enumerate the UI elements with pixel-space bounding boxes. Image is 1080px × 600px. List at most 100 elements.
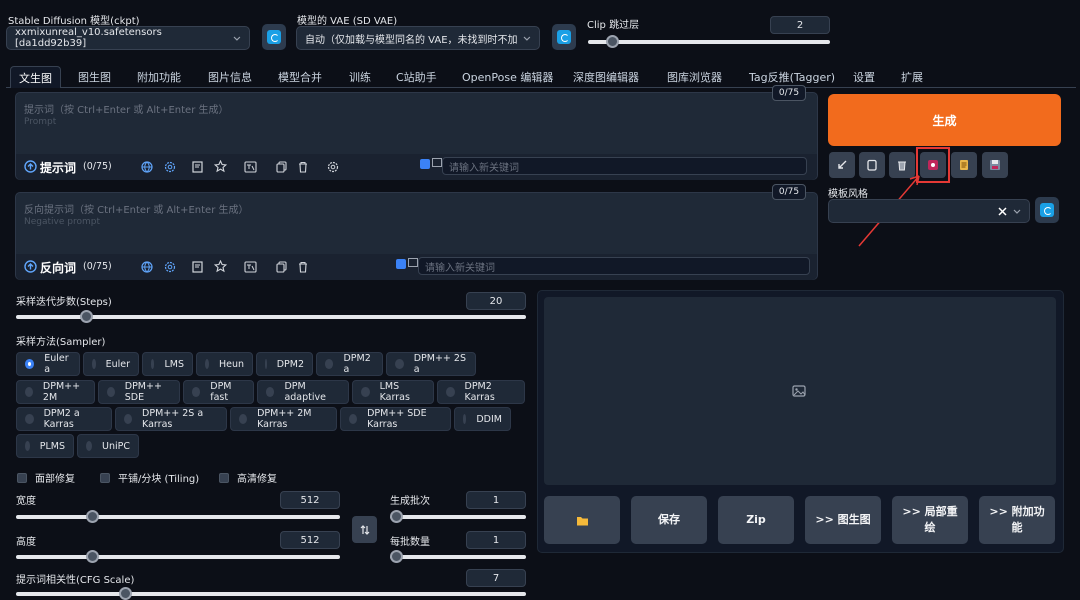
close-icon[interactable] bbox=[998, 206, 1007, 216]
star-icon[interactable] bbox=[214, 260, 227, 273]
batch-count-value[interactable]: 1 bbox=[466, 491, 526, 509]
refresh-vae-button[interactable] bbox=[552, 24, 576, 50]
cfg-value[interactable]: 7 bbox=[466, 569, 526, 587]
cfg-slider[interactable] bbox=[16, 587, 526, 600]
tab-civitai[interactable]: C站助手 bbox=[396, 66, 437, 88]
sampler-ddim[interactable]: DDIM bbox=[454, 407, 511, 431]
sampler-euler-a[interactable]: Euler a bbox=[16, 352, 80, 376]
tab-gallery[interactable]: 图库浏览器 bbox=[667, 66, 722, 88]
sampler-heun[interactable]: Heun bbox=[196, 352, 253, 376]
negative-textarea[interactable]: 反向提示词（按 Ctrl+Enter 或 Alt+Enter 生成） Negat… bbox=[16, 193, 817, 253]
refresh-icon bbox=[1040, 203, 1054, 217]
batch-size-value[interactable]: 1 bbox=[466, 531, 526, 549]
ckpt-select[interactable]: xxmixunreal_v10.safetensors [da1dd92b39] bbox=[6, 26, 250, 50]
width-value[interactable]: 512 bbox=[280, 491, 340, 509]
hires-fix-checkbox[interactable]: 高清修复 bbox=[219, 470, 277, 485]
height-slider[interactable] bbox=[16, 550, 340, 563]
gear-icon[interactable] bbox=[164, 261, 176, 273]
edit-list-icon[interactable] bbox=[192, 161, 204, 173]
tab-settings[interactable]: 设置 bbox=[853, 66, 875, 88]
batch-size-slider[interactable] bbox=[390, 550, 526, 563]
trash-icon[interactable] bbox=[297, 261, 309, 273]
steps-slider[interactable] bbox=[16, 310, 526, 323]
refresh-ckpt-button[interactable] bbox=[262, 24, 286, 50]
sampler-dpm2-a[interactable]: DPM2 a bbox=[316, 352, 383, 376]
sampler-dpmpp-sde-karras[interactable]: DPM++ SDE Karras bbox=[340, 407, 451, 431]
tab-train[interactable]: 训练 bbox=[349, 66, 371, 88]
edit-list-icon[interactable] bbox=[192, 261, 204, 273]
settings-cog-icon[interactable] bbox=[327, 161, 339, 173]
globe-icon[interactable] bbox=[141, 161, 153, 173]
steps-slider-thumb[interactable] bbox=[80, 310, 93, 323]
prompt-textarea[interactable]: 提示词（按 Ctrl+Enter 或 Alt+Enter 生成） Prompt bbox=[16, 93, 817, 153]
tab-merge[interactable]: 模型合并 bbox=[278, 66, 322, 88]
batch-count-slider[interactable] bbox=[390, 510, 526, 523]
clip-slider[interactable] bbox=[588, 35, 830, 48]
sampler-dpmpp-2s-a[interactable]: DPM++ 2S a bbox=[386, 352, 476, 376]
send-to-extras-button[interactable]: >> 附加功能 bbox=[979, 496, 1055, 544]
steps-value[interactable]: 20 bbox=[466, 292, 526, 310]
translate-icon[interactable] bbox=[244, 161, 257, 173]
sampler-dpm2[interactable]: DPM2 bbox=[256, 352, 313, 376]
sampler-dpmpp-2m[interactable]: DPM++ 2M bbox=[16, 380, 95, 404]
arrow-up-circle-icon[interactable] bbox=[24, 260, 37, 273]
sampler-dpmpp-2s-a-karras[interactable]: DPM++ 2S a Karras bbox=[115, 407, 227, 431]
sampler-dpmpp-2m-karras[interactable]: DPM++ 2M Karras bbox=[230, 407, 337, 431]
gear-icon[interactable] bbox=[164, 161, 176, 173]
send-to-inpaint-button[interactable]: >> 局部重绘 bbox=[892, 496, 968, 544]
ckpt-label: Stable Diffusion 模型(ckpt) bbox=[8, 16, 140, 27]
generate-button[interactable]: 生成 bbox=[828, 94, 1061, 146]
tiling-checkbox[interactable]: 平铺/分块 (Tiling) bbox=[100, 470, 199, 485]
height-slider-thumb[interactable] bbox=[86, 550, 99, 563]
save-style-button[interactable] bbox=[982, 152, 1008, 178]
width-slider-thumb[interactable] bbox=[86, 510, 99, 523]
globe-icon[interactable] bbox=[141, 261, 153, 273]
sampler-dpm2-a-karras[interactable]: DPM2 a Karras bbox=[16, 407, 112, 431]
tab-openpose[interactable]: OpenPose 编辑器 bbox=[462, 66, 553, 88]
arrow-up-circle-icon[interactable] bbox=[24, 160, 37, 173]
open-folder-button[interactable] bbox=[544, 496, 620, 544]
style-select[interactable] bbox=[828, 199, 1030, 223]
height-value[interactable]: 512 bbox=[280, 531, 340, 549]
face-restore-checkbox[interactable]: 面部修复 bbox=[17, 470, 75, 485]
cfg-slider-thumb[interactable] bbox=[119, 587, 132, 600]
sampler-dpm-fast[interactable]: DPM fast bbox=[183, 380, 254, 404]
tab-extensions[interactable]: 扩展 bbox=[901, 66, 923, 88]
zip-button[interactable]: Zip bbox=[718, 496, 794, 544]
sampler-dpm2-karras[interactable]: DPM2 Karras bbox=[437, 380, 525, 404]
keyboard-icon bbox=[432, 158, 442, 167]
swap-dimensions-button[interactable] bbox=[352, 516, 377, 543]
send-to-img2img-button[interactable]: >> 图生图 bbox=[805, 496, 881, 544]
tab-png-info[interactable]: 图片信息 bbox=[208, 66, 252, 88]
copy-icon[interactable] bbox=[276, 261, 288, 273]
translate-icon[interactable] bbox=[244, 261, 257, 273]
width-slider[interactable] bbox=[16, 510, 340, 523]
sampler-lms-karras[interactable]: LMS Karras bbox=[352, 380, 434, 404]
refresh-styles-button[interactable] bbox=[1035, 197, 1059, 223]
negative-keyword-input[interactable]: 请输入新关键词 bbox=[418, 257, 810, 275]
prompt-keyword-input[interactable]: 请输入新关键词 bbox=[442, 157, 807, 175]
sampler-lms[interactable]: LMS bbox=[142, 352, 193, 376]
trash-icon[interactable] bbox=[297, 161, 309, 173]
sampler-plms[interactable]: PLMS bbox=[16, 434, 74, 458]
clip-slider-thumb[interactable] bbox=[606, 35, 619, 48]
batch-count-slider-thumb[interactable] bbox=[390, 510, 403, 523]
sampler-euler[interactable]: Euler bbox=[83, 352, 139, 376]
sampler-dpmpp-sde[interactable]: DPM++ SDE bbox=[98, 380, 180, 404]
tab-extras[interactable]: 附加功能 bbox=[137, 66, 181, 88]
tab-depth[interactable]: 深度图编辑器 bbox=[573, 66, 639, 88]
negative-keyword-checkbox[interactable] bbox=[396, 259, 406, 269]
copy-icon[interactable] bbox=[276, 161, 288, 173]
vae-select[interactable]: 自动（仅加载与模型同名的 VAE，未找到时不加 bbox=[296, 26, 540, 50]
prompt-keyword-checkbox[interactable] bbox=[420, 159, 430, 169]
star-icon[interactable] bbox=[214, 160, 227, 173]
apply-style-button[interactable] bbox=[951, 152, 977, 178]
sampler-dpm-adaptive[interactable]: DPM adaptive bbox=[257, 380, 349, 404]
tab-img2img[interactable]: 图生图 bbox=[78, 66, 111, 88]
tab-txt2img[interactable]: 文生图 bbox=[10, 66, 61, 88]
batch-size-slider-thumb[interactable] bbox=[390, 550, 403, 563]
save-button[interactable]: 保存 bbox=[631, 496, 707, 544]
read-params-button[interactable] bbox=[829, 152, 855, 178]
sampler-unipc[interactable]: UniPC bbox=[77, 434, 139, 458]
clip-value[interactable]: 2 bbox=[770, 16, 830, 34]
